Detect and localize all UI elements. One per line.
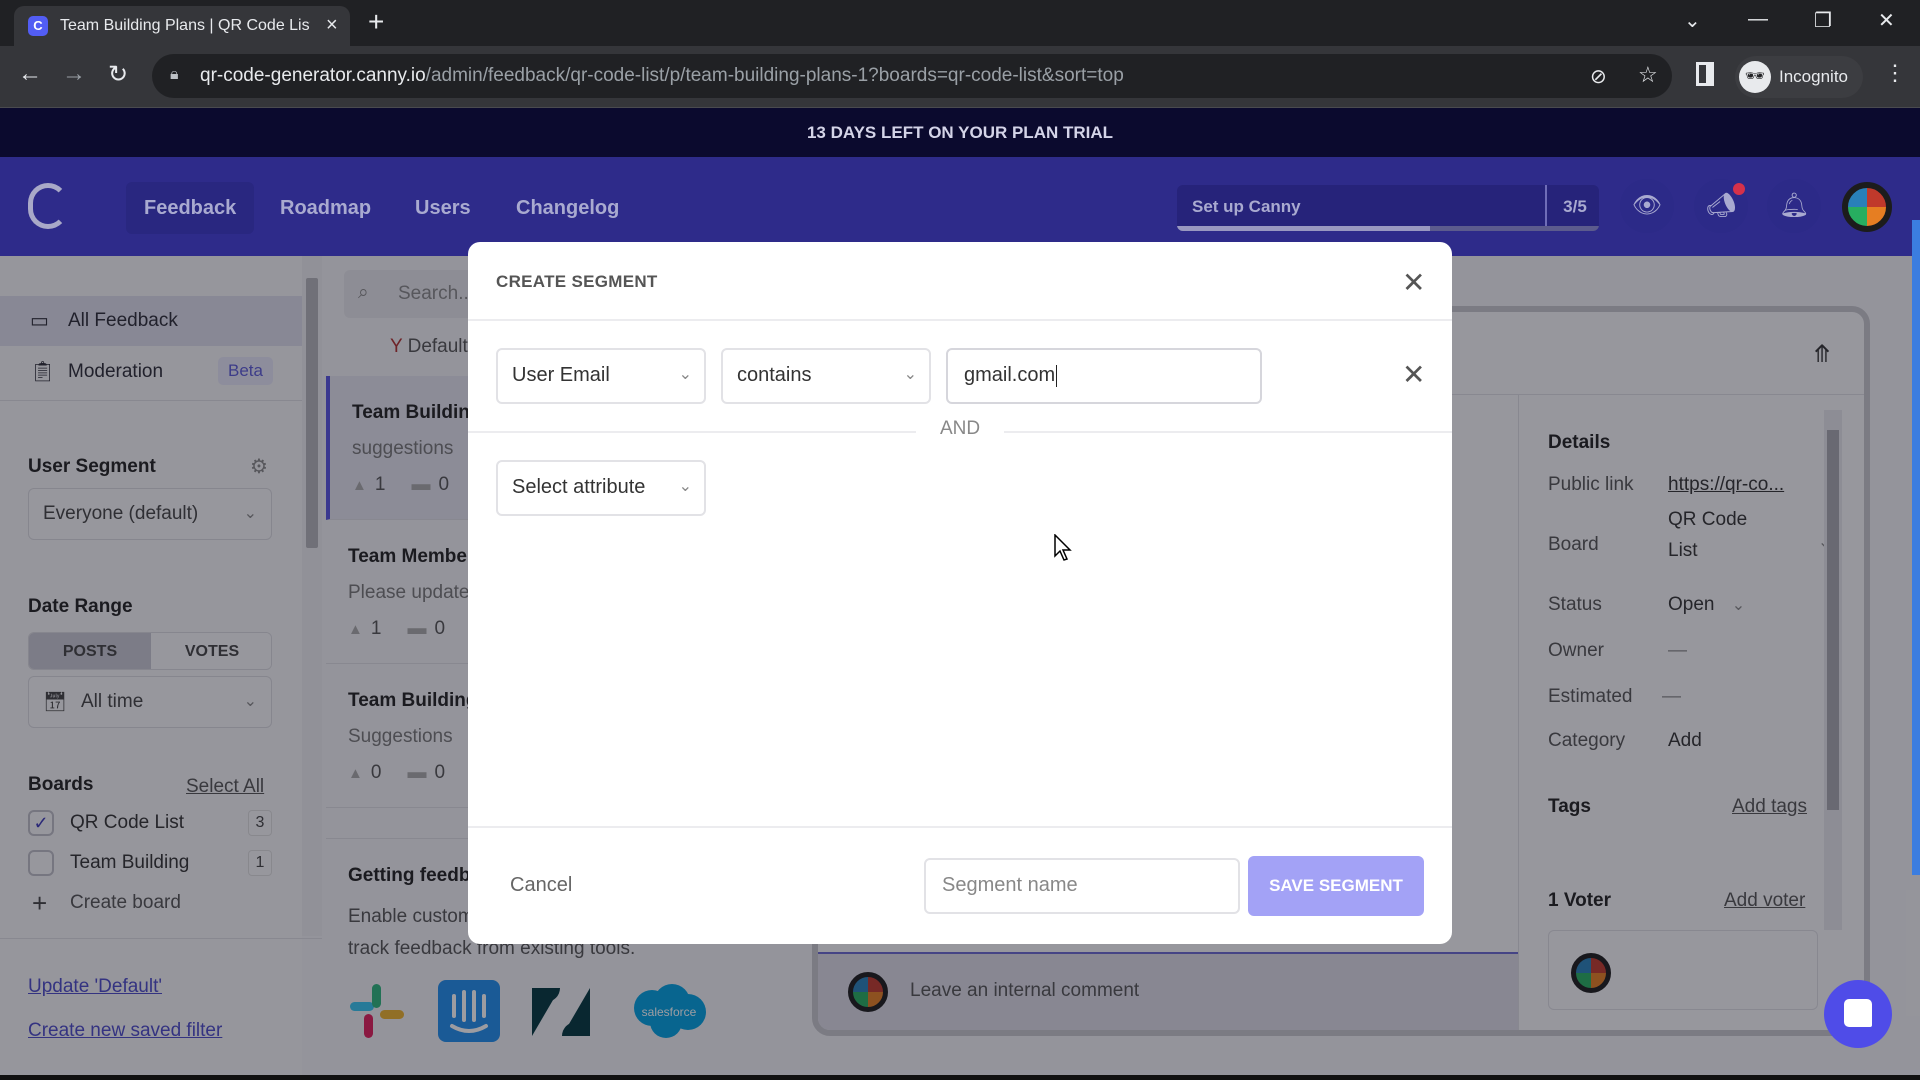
browser-tab-bar: C Team Building Plans | QR Code List × +…: [0, 0, 1920, 46]
chat-support-button[interactable]: [1824, 980, 1892, 1048]
chevron-down-icon: ⌄: [903, 366, 917, 383]
attribute-select[interactable]: User Email ⌄: [496, 348, 706, 404]
remove-condition-icon[interactable]: ✕: [1402, 358, 1425, 391]
incognito-profile-button[interactable]: 🕶︎ Incognito: [1735, 56, 1863, 98]
lock-icon: 🔒︎: [170, 66, 179, 83]
address-bar[interactable]: 🔒︎ qr-code-generator.canny.io/admin/feed…: [152, 54, 1672, 98]
canny-logo-icon[interactable]: [28, 183, 68, 229]
window-close-icon[interactable]: ✕: [1878, 8, 1895, 33]
notification-dot: [1733, 183, 1745, 195]
chat-icon: [1844, 999, 1872, 1027]
tracking-protection-eye-off-icon[interactable]: ⊘: [1590, 64, 1607, 89]
create-segment-modal: CREATE SEGMENT ✕ User Email ⌄ contains ⌄…: [468, 242, 1452, 944]
address-toolbar: ← → ↻ 🔒︎ qr-code-generator.canny.io/admi…: [0, 46, 1920, 108]
nav-changelog[interactable]: Changelog: [498, 182, 637, 234]
modal-title: CREATE SEGMENT: [496, 272, 658, 291]
forward-arrow-icon[interactable]: →: [62, 60, 86, 88]
trial-banner: 13 DAYS LEFT ON YOUR PLAN TRIAL: [0, 108, 1920, 157]
setup-canny-progress[interactable]: Set up Canny 3/5: [1177, 185, 1599, 231]
operator-select[interactable]: contains ⌄: [721, 348, 931, 404]
setup-count: 3/5: [1563, 197, 1587, 216]
browser-tab[interactable]: C Team Building Plans | QR Code List ×: [14, 6, 350, 46]
nav-users[interactable]: Users: [397, 182, 489, 234]
notifications-bell-icon[interactable]: 🔔︎: [1767, 179, 1821, 233]
user-avatar[interactable]: [1842, 182, 1892, 232]
setup-progress-fill: [1177, 226, 1431, 231]
view-public-eye-icon[interactable]: 👁︎: [1620, 179, 1674, 233]
tab-search-chevron-icon[interactable]: ⌄: [1684, 8, 1701, 33]
modal-close-icon[interactable]: ✕: [1402, 266, 1425, 299]
chevron-down-icon: ⌄: [678, 366, 692, 383]
side-panel-icon[interactable]: [1696, 62, 1714, 86]
segment-name-input[interactable]: Segment name: [924, 858, 1240, 914]
bookmark-star-icon[interactable]: ☆: [1638, 62, 1658, 88]
browser-menu-icon[interactable]: ⋮: [1884, 60, 1906, 86]
minimize-icon[interactable]: —: [1748, 8, 1768, 31]
select-attribute-dropdown[interactable]: Select attribute ⌄: [496, 460, 706, 516]
and-separator: AND: [916, 418, 1004, 440]
chevron-down-icon: ⌄: [678, 478, 692, 495]
page-scrollbar[interactable]: [1912, 220, 1920, 875]
text-caret: [1056, 364, 1058, 387]
cancel-button[interactable]: Cancel: [510, 874, 572, 897]
reload-icon[interactable]: ↻: [108, 60, 128, 89]
incognito-icon: 🕶︎: [1739, 61, 1771, 93]
new-tab-button[interactable]: +: [368, 6, 384, 38]
canny-favicon-icon: C: [28, 16, 48, 36]
back-arrow-icon[interactable]: ←: [18, 60, 42, 88]
url-text: qr-code-generator.canny.io/admin/feedbac…: [200, 65, 1124, 86]
nav-roadmap[interactable]: Roadmap: [262, 182, 389, 234]
nav-feedback[interactable]: Feedback: [126, 182, 255, 234]
save-segment-button[interactable]: SAVE SEGMENT: [1248, 856, 1424, 916]
tab-close-icon[interactable]: ×: [326, 14, 338, 37]
tab-title: Team Building Plans | QR Code List: [60, 17, 310, 34]
value-input[interactable]: gmail.com: [946, 348, 1262, 404]
restore-icon[interactable]: ❐: [1814, 8, 1832, 33]
